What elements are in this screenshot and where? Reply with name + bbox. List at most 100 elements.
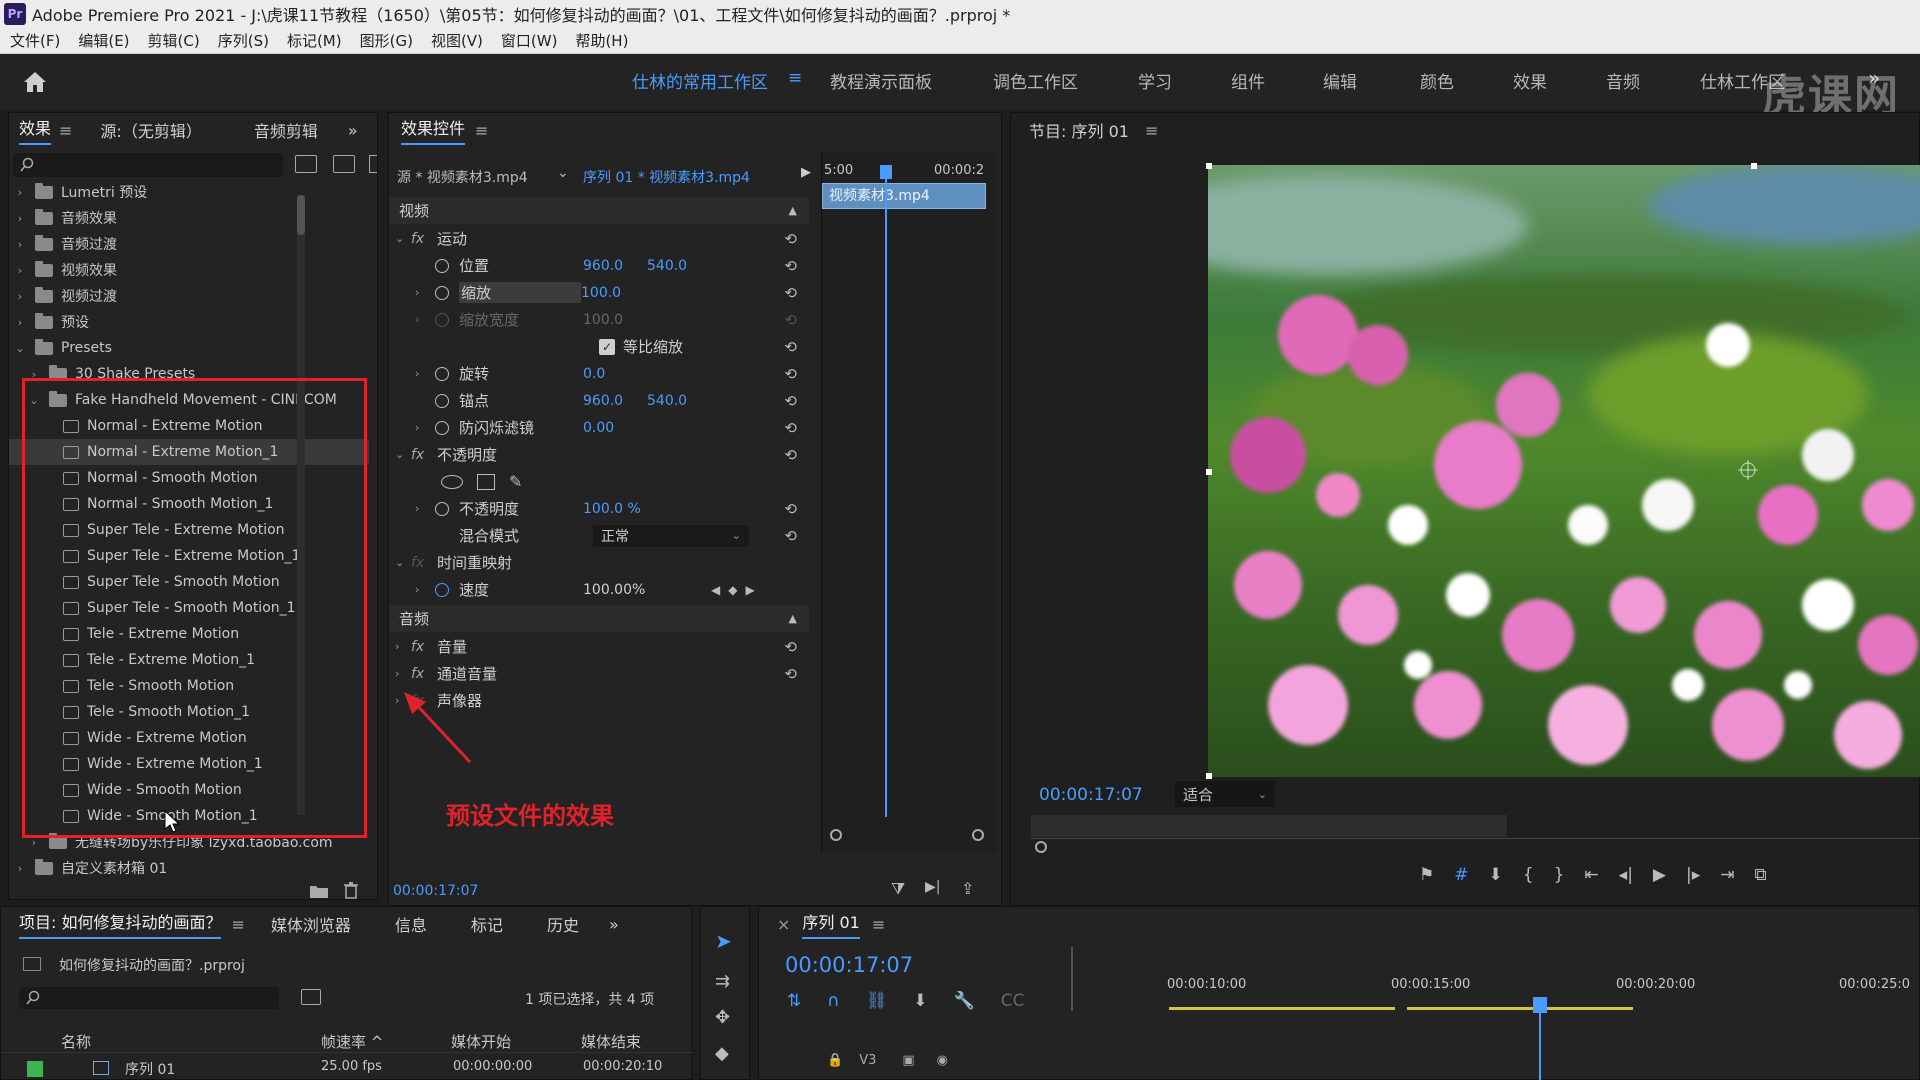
stopwatch-icon[interactable]	[435, 501, 449, 516]
workspace-tab-effects[interactable]: 效果	[1513, 68, 1547, 93]
transform-handle[interactable]	[1206, 469, 1212, 475]
32bit-effects-icon[interactable]	[333, 155, 355, 173]
accelerated-effects-icon[interactable]	[295, 155, 317, 173]
ec-opacity-group-row[interactable]: ⌄ fx 不透明度 ⟲	[389, 441, 809, 468]
ec-anchor-y[interactable]: 540.0	[647, 393, 687, 409]
ec-position-y[interactable]: 540.0	[647, 258, 687, 274]
play-icon[interactable]: ▶	[1653, 865, 1666, 885]
fx-icon[interactable]: fx	[411, 666, 437, 682]
col-frame-rate[interactable]: 帧速率 ^	[321, 1031, 383, 1052]
sync-lock-icon[interactable]: ▣	[902, 1053, 914, 1068]
fx-icon[interactable]: fx	[411, 639, 437, 655]
program-scrub-bar[interactable]	[1031, 815, 1920, 839]
chevron-right-icon[interactable]: ›	[395, 640, 411, 653]
ec-zoom-end-handle[interactable]	[972, 829, 984, 841]
workspace-tab-tutorial[interactable]: 教程演示面板	[830, 68, 932, 93]
program-timecode[interactable]: 00:00:17:07	[1039, 785, 1143, 805]
menu-sequence[interactable]: 序列(S)	[218, 30, 269, 51]
program-monitor-menu-icon[interactable]: ≡	[1145, 121, 1158, 140]
workspace-tab-learning[interactable]: 学习	[1138, 68, 1172, 93]
menu-marker[interactable]: 标记(M)	[287, 30, 342, 51]
fx-icon[interactable]: fx	[411, 447, 437, 463]
chevron-right-icon[interactable]: ›	[395, 667, 411, 680]
find-bin-icon[interactable]	[301, 989, 321, 1005]
menu-help[interactable]: 帮助(H)	[575, 30, 628, 51]
menu-edit[interactable]: 编辑(E)	[78, 30, 129, 51]
chevron-right-icon[interactable]: ›	[13, 186, 27, 199]
reset-icon[interactable]: ⟲	[784, 419, 797, 437]
reset-icon[interactable]: ⟲	[784, 230, 797, 248]
ec-speed-value[interactable]: 100.00%	[583, 582, 711, 598]
workspace-tab-grading[interactable]: 调色工作区	[993, 68, 1078, 93]
tab-info[interactable]: 信息	[395, 912, 427, 936]
tab-markers[interactable]: 标记	[471, 912, 503, 936]
ec-clip-bar[interactable]: 视频素材3.mp4	[822, 183, 986, 209]
ec-time-remap-row[interactable]: ⌄ fx 时间重映射	[389, 549, 809, 576]
razor-tool-icon[interactable]: ◆	[715, 1043, 729, 1064]
ec-source-clip[interactable]: 源 * 视频素材3.mp4	[397, 167, 528, 187]
effects-folder-item[interactable]: › 音频过渡	[9, 231, 369, 257]
effects-folder-item[interactable]: › 自定义素材箱 01	[9, 855, 369, 881]
chevron-right-icon[interactable]: ›	[13, 264, 27, 277]
step-forward-icon[interactable]: |▸	[1686, 865, 1700, 885]
track-name[interactable]: V3	[859, 1053, 876, 1068]
chevron-right-icon[interactable]: ›	[13, 316, 27, 329]
step-back-icon[interactable]: ◂|	[1619, 865, 1633, 885]
mark-out-icon[interactable]: }	[1554, 865, 1565, 885]
tab-project[interactable]: 项目: 如何修复抖动的画面？	[19, 909, 222, 939]
effect-controls-menu-icon[interactable]: ≡	[475, 121, 488, 140]
close-icon[interactable]: ×	[777, 915, 790, 934]
ec-scale-value[interactable]: 100.0	[581, 285, 621, 301]
ec-sequence-clip[interactable]: 序列 01 * 视频素材3.mp4	[583, 167, 750, 187]
ec-motion-row[interactable]: ⌄ fx 运动 ⟲	[389, 225, 809, 252]
effects-folder-item[interactable]: › 视频效果	[9, 257, 369, 283]
stopwatch-icon[interactable]	[435, 582, 449, 597]
ec-position-x[interactable]: 960.0	[583, 258, 647, 274]
new-folder-icon[interactable]	[309, 883, 329, 899]
collapse-up-icon[interactable]: ▲	[789, 204, 797, 217]
ec-source-dropdown-icon[interactable]: ⌄	[557, 165, 569, 181]
chevron-right-icon[interactable]: ›	[13, 238, 27, 251]
ec-anchor-x[interactable]: 960.0	[583, 393, 647, 409]
tab-effects[interactable]: 效果	[19, 115, 52, 145]
ec-mini-timeline[interactable]: 5:00 00:00:2 视频素材3.mp4	[821, 153, 997, 853]
ec-zoom-start-handle[interactable]	[830, 829, 842, 841]
keyframe-nav-icons[interactable]: ◀◆▶	[711, 583, 763, 597]
effects-folder-item[interactable]: ⌄ Presets	[9, 335, 369, 361]
track-select-tool-icon[interactable]: ⇉	[715, 971, 730, 992]
workspace-tab-color[interactable]: 颜色	[1420, 68, 1454, 93]
chevron-right-icon[interactable]: ›	[415, 502, 431, 515]
workspace-tab-assembly[interactable]: 组件	[1231, 68, 1265, 93]
tab-audio-clip[interactable]: 音频剪辑	[254, 118, 318, 142]
export-icon[interactable]: ⇪	[961, 879, 974, 898]
transform-handle[interactable]	[1206, 773, 1212, 779]
reset-icon[interactable]: ⟲	[784, 500, 797, 518]
lock-icon[interactable]: 🔒	[827, 1053, 843, 1068]
safe-margins-icon[interactable]: #	[1454, 865, 1468, 885]
transform-handle[interactable]	[1206, 163, 1212, 169]
insert-icon[interactable]: ⧉	[1755, 865, 1767, 885]
reset-icon[interactable]: ⟲	[784, 392, 797, 410]
linked-selection-icon[interactable]: ⛓	[866, 991, 888, 1011]
ec-channel-volume-row[interactable]: › fx 通道音量 ⟲	[389, 660, 809, 687]
home-icon[interactable]	[22, 70, 48, 94]
panel-overflow-icon[interactable]: »	[609, 915, 619, 934]
tab-history[interactable]: 历史	[547, 912, 579, 936]
add-marker-icon[interactable]: ⬇	[1489, 865, 1503, 885]
menu-clip[interactable]: 剪辑(C)	[148, 30, 200, 51]
ellipse-mask-icon[interactable]	[441, 474, 463, 489]
effects-folder-item[interactable]: › Lumetri 预设	[9, 179, 369, 205]
stopwatch-icon[interactable]	[435, 258, 449, 273]
blend-mode-select[interactable]: 正常 ⌄	[593, 524, 749, 547]
chevron-right-icon[interactable]: ›	[13, 862, 27, 875]
reset-icon[interactable]: ⟲	[784, 365, 797, 383]
uniform-scale-checkbox[interactable]: ✓	[599, 338, 615, 355]
timeline-timecode[interactable]: 00:00:17:07	[785, 953, 913, 977]
menu-file[interactable]: 文件(F)	[10, 30, 60, 51]
effect-controls-title[interactable]: 效果控件	[401, 115, 466, 145]
nest-icon[interactable]: ⇅	[787, 991, 801, 1011]
pen-mask-icon[interactable]: ✎	[509, 472, 522, 491]
menu-view[interactable]: 视图(V)	[431, 30, 483, 51]
play-audio-icon[interactable]: ▶|	[925, 879, 940, 895]
reset-icon[interactable]: ⟲	[784, 338, 797, 356]
